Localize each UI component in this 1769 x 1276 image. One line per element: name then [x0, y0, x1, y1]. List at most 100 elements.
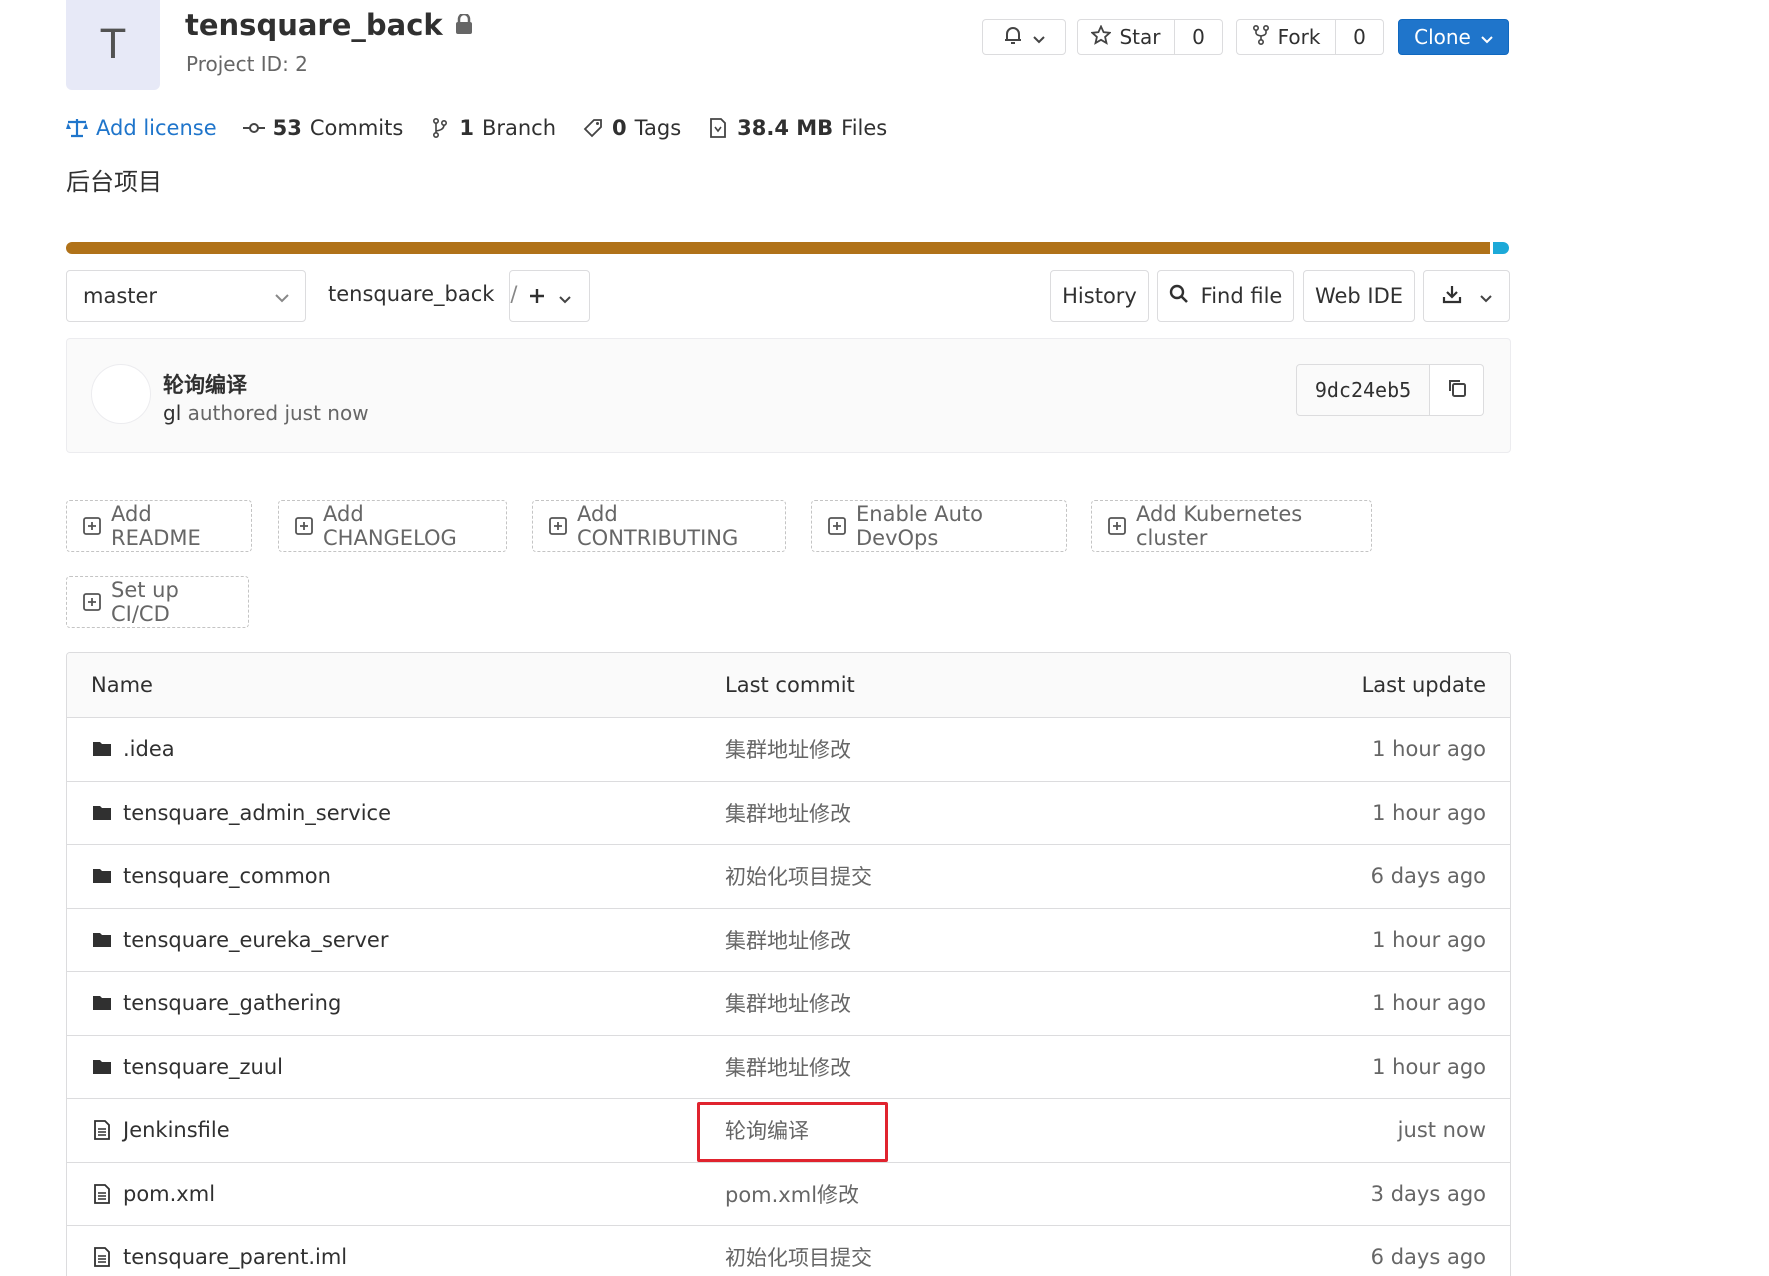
history-button[interactable]: History [1050, 270, 1149, 322]
file-name[interactable]: tensquare_admin_service [123, 801, 391, 825]
last-commit-message[interactable]: 集群地址修改 [725, 734, 851, 764]
last-commit-message[interactable]: 初始化项目提交 [725, 1242, 872, 1272]
file-icon [91, 1119, 113, 1141]
add-changelog-button[interactable]: Add CHANGELOG [278, 500, 507, 552]
file-name-cell[interactable]: tensquare_common [91, 864, 331, 888]
table-row[interactable]: tensquare_admin_service 集群地址修改 1 hour ag… [67, 782, 1510, 845]
plus-square-icon [549, 517, 567, 535]
project-id: Project ID: 2 [186, 52, 308, 76]
plus-square-icon [83, 517, 101, 535]
project-name[interactable]: tensquare_back [185, 8, 443, 42]
header-last-update: Last update [1361, 673, 1486, 697]
fork-label: Fork [1277, 25, 1321, 49]
file-name[interactable]: tensquare_common [123, 864, 331, 888]
file-name-cell[interactable]: tensquare_parent.iml [91, 1245, 347, 1269]
download-icon [1442, 284, 1462, 309]
commit-author[interactable]: gl [163, 401, 181, 425]
file-name[interactable]: .idea [123, 737, 175, 761]
copy-sha-button[interactable] [1430, 364, 1484, 416]
fork-button[interactable]: Fork [1236, 19, 1336, 55]
language-segment-secondary[interactable] [1493, 242, 1509, 254]
setup-ci-cd-button[interactable]: Set up CI/CD [66, 576, 249, 628]
last-commit-message[interactable]: 集群地址修改 [725, 925, 851, 955]
breadcrumb-root[interactable]: tensquare_back [328, 282, 494, 306]
folder-icon [91, 929, 113, 951]
file-name[interactable]: tensquare_gathering [123, 991, 341, 1015]
add-contributing-button[interactable]: Add CONTRIBUTING [532, 500, 786, 552]
file-name-cell[interactable]: pom.xml [91, 1182, 215, 1206]
file-name[interactable]: Jenkinsfile [123, 1118, 230, 1142]
last-commit-message[interactable]: pom.xml修改 [725, 1179, 859, 1209]
files-link[interactable]: 38.4 MB Files [707, 116, 887, 140]
file-name[interactable]: tensquare_parent.iml [123, 1245, 347, 1269]
commit-title[interactable]: 轮询编译 [163, 369, 247, 399]
last-update-time: 6 days ago [1370, 1245, 1486, 1270]
chevron-down-icon [558, 282, 571, 310]
file-name-cell[interactable]: Jenkinsfile [91, 1118, 230, 1142]
download-dropdown[interactable] [1423, 270, 1510, 322]
last-commit-message[interactable]: 轮询编译 [725, 1115, 809, 1145]
fork-count[interactable]: 0 [1336, 19, 1384, 55]
star-count[interactable]: 0 [1175, 19, 1223, 55]
clone-label: Clone [1414, 25, 1471, 49]
language-segment-primary[interactable] [66, 242, 1491, 254]
web-ide-button[interactable]: Web IDE [1303, 270, 1415, 322]
last-update-time: just now [1397, 1118, 1486, 1143]
file-name-cell[interactable]: tensquare_admin_service [91, 801, 391, 825]
last-commit-message[interactable]: 集群地址修改 [725, 1052, 851, 1082]
last-update-time: 1 hour ago [1372, 737, 1486, 762]
table-row[interactable]: .idea 集群地址修改 1 hour ago [67, 718, 1510, 782]
add-license-link[interactable]: Add license [66, 116, 217, 140]
header-name: Name [91, 673, 153, 697]
file-name-cell[interactable]: .idea [91, 737, 175, 761]
branch-link[interactable]: 1 Branch [429, 116, 556, 140]
table-row[interactable]: tensquare_eureka_server 集群地址修改 1 hour ag… [67, 909, 1510, 972]
add-readme-button[interactable]: Add README [66, 500, 252, 552]
branch-icon [429, 117, 451, 139]
folder-icon [91, 992, 113, 1014]
commits-link[interactable]: 53 Commits [242, 116, 403, 140]
commit-author-avatar[interactable] [91, 364, 151, 424]
last-commit-message[interactable]: 集群地址修改 [725, 988, 851, 1018]
plus-square-icon [295, 517, 313, 535]
file-name[interactable]: tensquare_zuul [123, 1055, 283, 1079]
project-avatar[interactable]: T [66, 0, 160, 90]
table-row[interactable]: Jenkinsfile 轮询编译 just now [67, 1099, 1510, 1163]
commit-sha[interactable]: 9dc24eb5 [1296, 364, 1430, 416]
commit-sha-group: 9dc24eb5 [1296, 364, 1484, 416]
file-name[interactable]: tensquare_eureka_server [123, 928, 388, 952]
add-contributing-label: Add CONTRIBUTING [577, 502, 739, 550]
add-kubernetes-cluster-button[interactable]: Add Kubernetes cluster [1091, 500, 1372, 552]
enable-auto-devops-button[interactable]: Enable Auto DevOps [811, 500, 1067, 552]
repository-languages-bar[interactable] [66, 242, 1509, 254]
commit-icon [242, 117, 265, 139]
tags-link[interactable]: 0 Tags [582, 116, 681, 140]
commit-meta-text: authored just now [187, 401, 369, 425]
table-row[interactable]: tensquare_common 初始化项目提交 6 days ago [67, 845, 1510, 909]
last-commit-message[interactable]: 集群地址修改 [725, 798, 851, 828]
table-row[interactable]: pom.xml pom.xml修改 3 days ago [67, 1163, 1510, 1226]
table-row[interactable]: tensquare_parent.iml 初始化项目提交 6 days ago [67, 1226, 1510, 1276]
last-commit-panel: 轮询编译 gl authored just now 9dc24eb5 [66, 338, 1511, 453]
find-file-button[interactable]: Find file [1157, 270, 1294, 322]
file-name-cell[interactable]: tensquare_eureka_server [91, 928, 388, 952]
last-commit-message[interactable]: 初始化项目提交 [725, 861, 872, 891]
file-name-cell[interactable]: tensquare_zuul [91, 1055, 283, 1079]
add-to-tree-dropdown[interactable] [509, 270, 590, 322]
branch-count: 1 [459, 116, 474, 140]
table-row[interactable]: tensquare_gathering 集群地址修改 1 hour ago [67, 972, 1510, 1036]
file-icon [91, 1183, 113, 1205]
folder-icon [91, 738, 113, 760]
copy-icon [1447, 378, 1467, 402]
file-name-cell[interactable]: tensquare_gathering [91, 991, 341, 1015]
clone-button[interactable]: Clone [1398, 19, 1509, 55]
last-update-time: 3 days ago [1370, 1181, 1486, 1206]
table-row[interactable]: tensquare_zuul 集群地址修改 1 hour ago [67, 1036, 1510, 1099]
file-name[interactable]: pom.xml [123, 1182, 215, 1206]
files-label: Files [841, 116, 888, 140]
notification-dropdown[interactable] [982, 19, 1066, 55]
lock-icon [455, 14, 475, 36]
branch-selector[interactable]: master [66, 270, 306, 322]
file-tree-table: Name Last commit Last update .idea 集群地址修… [66, 652, 1511, 1276]
star-button[interactable]: Star [1077, 19, 1175, 55]
